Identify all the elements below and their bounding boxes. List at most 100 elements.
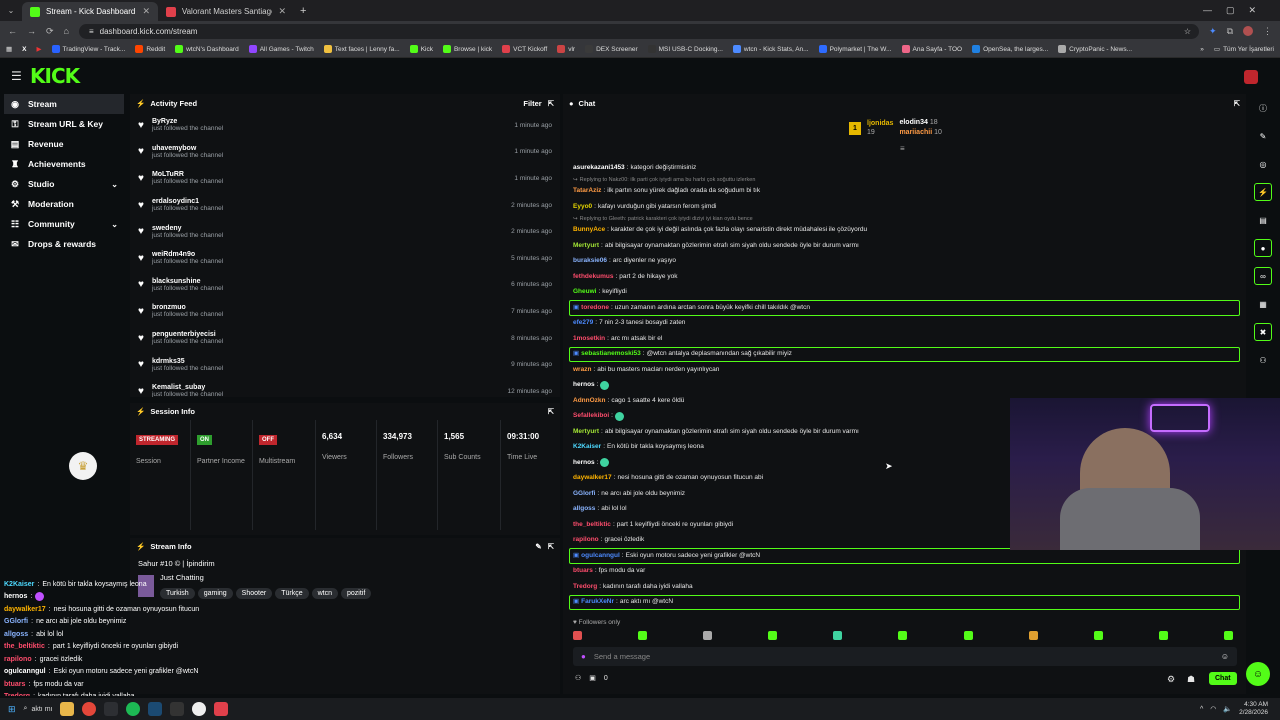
bookmark-item[interactable]: CryptoPanic - News...: [1058, 45, 1132, 53]
browser-menu-icon[interactable]: ⋮: [1263, 26, 1272, 37]
edit-icon[interactable]: ✎: [535, 542, 541, 551]
chat-username[interactable]: daywalker17: [573, 474, 612, 482]
stream-tag[interactable]: Shooter: [235, 588, 273, 599]
apps-icon[interactable]: ▦: [6, 45, 12, 53]
chat-message[interactable]: fethdekumus: part 2 de hikaye yok: [563, 269, 1246, 285]
chat-message[interactable]: btuars: fps modu da var: [563, 564, 1246, 580]
chat-username[interactable]: fethdekumus: [573, 273, 613, 281]
popout-icon[interactable]: ⇱: [548, 542, 554, 551]
bookmark-item[interactable]: Text faces | Lenny fa...: [323, 45, 400, 53]
chevron-down-icon[interactable]: ⌄: [111, 180, 118, 189]
quick-emote-icon[interactable]: [768, 631, 778, 640]
popout-icon[interactable]: ⇱: [1234, 99, 1240, 108]
send-chat-button[interactable]: Chat: [1209, 672, 1237, 685]
top-supporter-name[interactable]: ljonidas: [867, 120, 893, 127]
quick-emote-icon[interactable]: [1093, 631, 1103, 640]
follower-name[interactable]: Kemalist_subay: [152, 384, 223, 391]
kick-logo[interactable]: KICK: [30, 64, 80, 88]
taskbar-search[interactable]: ⌕ aktı mı: [24, 705, 53, 713]
sidebar-item-stream[interactable]: ◉ Stream: [4, 94, 124, 114]
chat-message[interactable]: ▣ ogulcanngul: Eski oyun motoru sadece yen…: [569, 548, 1240, 564]
chat-username[interactable]: Gheuwi: [573, 288, 596, 296]
chat-username[interactable]: efe279: [573, 319, 593, 327]
url-field[interactable]: ≡ dashboard.kick.com/stream ☆: [78, 23, 1200, 39]
chat-message[interactable]: ▣ FarukXeNr: arc aktı mı @wtcN: [569, 594, 1240, 610]
chat-username[interactable]: sebastianemoski53: [581, 350, 641, 358]
quick-emote-icon[interactable]: [1028, 631, 1038, 640]
follower-name[interactable]: erdalsoydinc1: [152, 198, 223, 205]
chat-message[interactable]: BunnyAce: karakter de çok iyi değil aslın…: [563, 223, 1246, 239]
chat-settings-icon[interactable]: ⚙: [1167, 674, 1175, 685]
chat-username[interactable]: FarukXeNr: [581, 598, 614, 606]
chat-username[interactable]: TatarAziz: [573, 187, 601, 195]
info-icon[interactable]: ⓘ: [1254, 99, 1272, 117]
quick-emote-icon[interactable]: [898, 631, 908, 640]
app-icon[interactable]: [104, 702, 119, 716]
chat-users-icon[interactable]: ☗: [1187, 674, 1195, 685]
bookmark-item[interactable]: Kick: [409, 45, 433, 53]
document-icon[interactable]: ▤: [1254, 211, 1272, 229]
chrome-icon[interactable]: [82, 702, 97, 716]
popout-icon[interactable]: ⇱: [548, 99, 554, 108]
follower-name[interactable]: blacksunshine: [152, 278, 223, 285]
chat-message[interactable]: TatarAziz: ilk partın sonu yürek dağladı …: [563, 184, 1246, 200]
chat-message[interactable]: ▣ sebastianemoski53: @wtcn antalya deplasm…: [569, 346, 1240, 362]
profile-avatar-icon[interactable]: [1243, 26, 1253, 36]
chat-username[interactable]: K2Kaiser: [573, 443, 601, 451]
link-icon[interactable]: ∞: [1254, 267, 1272, 285]
clock-time[interactable]: 4:30 AM: [1239, 701, 1268, 709]
bookmark-item[interactable]: wtcn - Kick Stats, An...: [732, 45, 809, 53]
quick-emote-icon[interactable]: [638, 631, 648, 640]
quick-emote-icon[interactable]: [1158, 631, 1168, 640]
bookmark-item[interactable]: vlr: [557, 45, 575, 53]
file-explorer-icon[interactable]: [60, 702, 75, 716]
quick-emote-icon[interactable]: [703, 631, 713, 640]
camera-icon[interactable]: ◎: [1254, 155, 1272, 173]
sidebar-item-achievements[interactable]: ♜ Achievements: [0, 154, 128, 174]
sidebar-item-stream-url-key[interactable]: ⚿ Stream URL & Key: [0, 114, 128, 134]
clock-date[interactable]: 2/28/2026: [1239, 709, 1268, 717]
chat-message[interactable]: Gheuwi: keyifliydi: [563, 285, 1246, 301]
top-supporter-name[interactable]: mariiachii: [899, 129, 932, 136]
bookmark-item[interactable]: TradingView - Track...: [51, 45, 125, 53]
tab-menu-icon[interactable]: ⌄: [0, 6, 22, 15]
valorant-icon[interactable]: [214, 702, 229, 716]
chat-username[interactable]: toredone: [581, 304, 609, 312]
mic-icon[interactable]: ●: [581, 652, 586, 661]
quick-emote-icon[interactable]: [1223, 631, 1233, 640]
chevron-down-icon[interactable]: ⌄: [111, 220, 118, 229]
channel-points-icon[interactable]: ⚇: [575, 674, 581, 682]
sidebar-item-moderation[interactable]: ⚒ Moderation: [0, 194, 128, 214]
chat-username[interactable]: buraksie06: [573, 257, 607, 265]
hamburger-menu-icon[interactable]: ☰: [11, 69, 22, 83]
all-bookmarks[interactable]: ▭ Tüm Yer İşaretleri: [1214, 45, 1274, 54]
xbox-icon[interactable]: [170, 702, 185, 716]
chat-message[interactable]: Eyyo0: kafayı vurduğun gibi yatarsın fero…: [563, 199, 1246, 215]
sidebar-item-revenue[interactable]: ▤ Revenue: [0, 134, 128, 154]
stream-tag[interactable]: wtcn: [311, 588, 339, 599]
bookmark-item[interactable]: All Games - Twitch: [248, 45, 314, 53]
close-tab-icon[interactable]: ✕: [278, 6, 286, 17]
start-icon[interactable]: ⊞: [8, 704, 16, 715]
chat-icon[interactable]: ●: [1254, 239, 1272, 257]
chat-message[interactable]: 1mosetkin: arc mı atsak bir el: [563, 331, 1246, 347]
follower-name[interactable]: bronzmuo: [152, 304, 223, 311]
message-input[interactable]: ● Send a message ☺: [573, 647, 1237, 666]
bookmark-item[interactable]: VCT Kickoff: [502, 45, 547, 53]
server-icon[interactable]: ▦: [1254, 295, 1272, 313]
lightning-icon[interactable]: ⚡: [1254, 183, 1272, 201]
filter-button[interactable]: Filter: [523, 99, 541, 108]
follower-name[interactable]: weiRdm4n9o: [152, 251, 223, 258]
sidebar-item-community[interactable]: ☷ Community ⌄: [0, 214, 128, 234]
chat-username[interactable]: 1mosetkin: [573, 335, 605, 343]
follower-name[interactable]: uhavemybow: [152, 145, 223, 152]
site-info-icon[interactable]: ≡: [89, 27, 94, 36]
chat-username[interactable]: Mertyurt: [573, 242, 599, 250]
bookmark-star-icon[interactable]: ☆: [1184, 27, 1191, 36]
quick-emote-icon[interactable]: [573, 631, 582, 640]
spotify-icon[interactable]: [126, 702, 141, 716]
reload-icon[interactable]: ⟳: [46, 26, 54, 37]
x-bookmark-icon[interactable]: X: [22, 46, 26, 53]
chat-message[interactable]: wrazn: abi bu masters macları nerden yayı…: [563, 362, 1246, 378]
chat-username[interactable]: Tredorg: [573, 583, 597, 591]
